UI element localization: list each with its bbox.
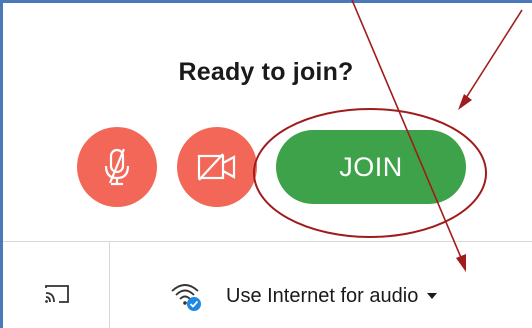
footer-vertical-divider — [109, 242, 110, 328]
caret-down-icon — [427, 293, 438, 299]
video-toggle-button[interactable] — [177, 127, 257, 207]
video-off-icon — [197, 153, 236, 181]
cast-button[interactable] — [44, 282, 70, 306]
mic-off-icon — [104, 148, 130, 186]
page-title: Ready to join? — [178, 58, 354, 86]
audio-source-select[interactable]: Use Internet for audio — [170, 278, 438, 314]
join-button[interactable]: JOIN — [276, 130, 466, 204]
mute-button[interactable] — [77, 127, 157, 207]
cast-icon — [45, 285, 69, 303]
footer-divider — [3, 241, 532, 242]
wifi-audio-icon — [171, 284, 201, 311]
audio-source-label: Use Internet for audio — [226, 284, 419, 307]
